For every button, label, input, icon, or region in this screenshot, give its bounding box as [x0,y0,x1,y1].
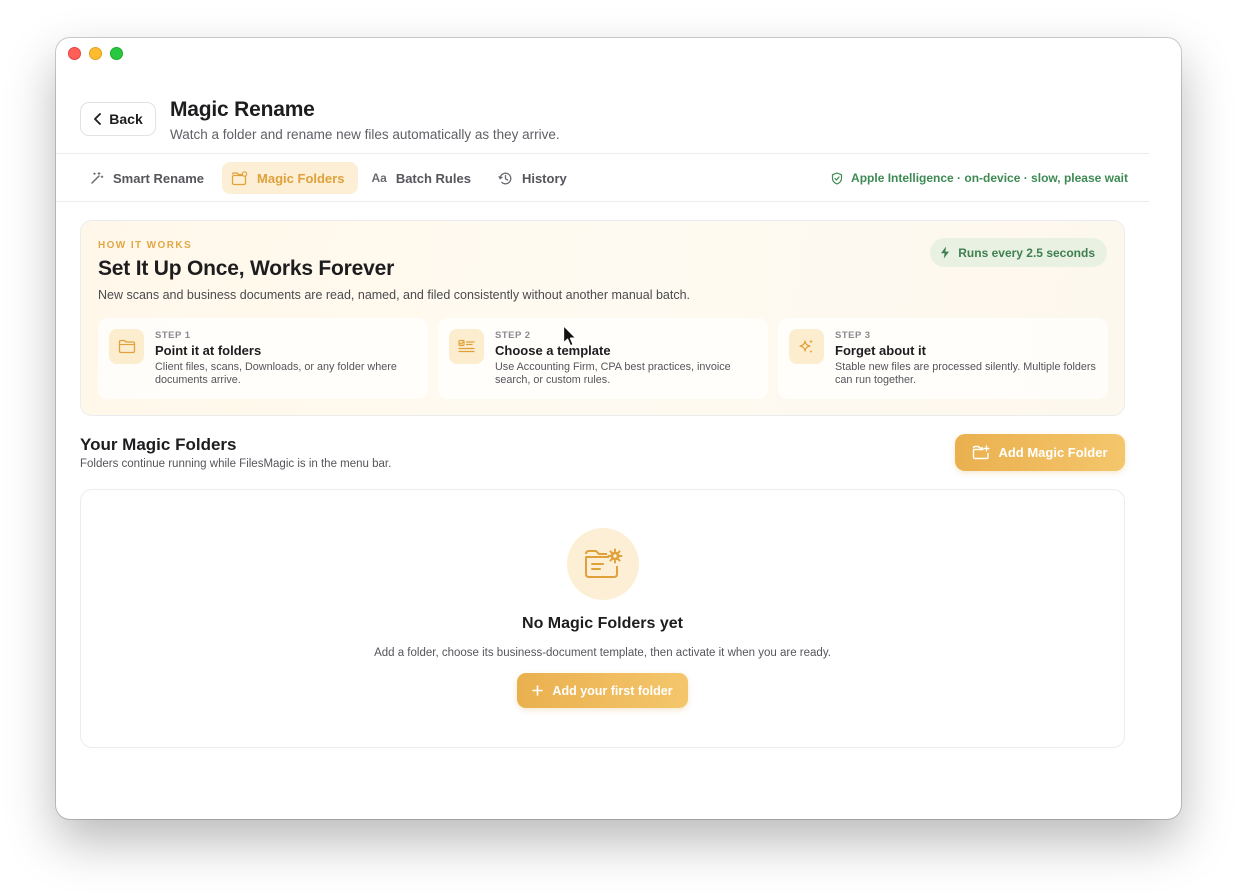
how-it-works-title: Set It Up Once, Works Forever [98,257,395,280]
steps-list: STEP 1 Point it at folders Client files,… [98,318,1108,399]
clock-history-icon [498,171,513,186]
add-first-folder-label: Add your first folder [552,683,673,698]
step-number: STEP 2 [495,330,531,341]
tab-label: Magic Folders [257,170,345,186]
step-title: Point it at folders [155,343,262,358]
app-window: Back Magic Rename Watch a folder and ren… [56,38,1181,819]
ai-status-text: Apple Intelligence · on-device · slow, p… [851,171,1128,185]
window-controls [68,47,123,60]
empty-state-title: No Magic Folders yet [522,615,683,632]
add-magic-folder-label: Add Magic Folder [998,445,1108,460]
step-card: STEP 1 Point it at folders Client files,… [98,318,428,399]
folder-badge-icon [231,170,248,186]
tab-smart-rename[interactable]: Smart Rename [80,162,218,194]
section-subtitle: Folders continue running while FilesMagi… [80,458,392,470]
chevron-left-icon [93,113,103,125]
sparkles-icon [789,329,824,364]
tab-history[interactable]: History [489,162,581,194]
tab-magic-folders[interactable]: Magic Folders [222,162,359,194]
tab-label: Smart Rename [113,170,205,186]
empty-state-description: Add a folder, choose its business-docume… [374,647,831,659]
step-card: STEP 3 Forget about it Stable new files … [778,318,1108,399]
close-window-button[interactable] [68,47,81,60]
mouse-pointer-icon [562,324,578,353]
step-number: STEP 3 [835,330,871,341]
ai-status: Apple Intelligence · on-device · slow, p… [831,171,1128,185]
tab-batch-rules[interactable]: Aa Batch Rules [362,162,484,194]
how-it-works-description: New scans and business documents are rea… [98,288,691,302]
folder-gear-icon [567,528,639,600]
back-label: Back [109,111,143,127]
tab-bar: Smart Rename Magic Folders Aa Batch Rule… [80,162,581,194]
page-title: Magic Rename [170,98,315,121]
divider [56,201,1149,202]
magic-wand-icon [89,171,104,186]
back-button[interactable]: Back [80,102,156,136]
runs-interval-text: Runs every 2.5 seconds [958,245,1095,260]
step-title: Choose a template [495,343,611,358]
step-description: Use Accounting Firm, CPA best practices,… [495,361,731,386]
how-it-works-card: HOW IT WORKS Set It Up Once, Works Forev… [80,220,1125,416]
section-eyebrow: HOW IT WORKS [98,240,193,251]
add-first-folder-button[interactable]: Add your first folder [517,673,688,708]
lightning-icon [940,246,950,259]
checklist-icon [449,329,484,364]
section-title: Your Magic Folders [80,435,237,454]
step-number: STEP 1 [155,330,191,341]
divider [56,153,1149,154]
minimize-window-button[interactable] [89,47,102,60]
empty-state-card: No Magic Folders yet Add a folder, choos… [80,489,1125,748]
add-magic-folder-button[interactable]: Add Magic Folder [955,434,1125,471]
folder-add-icon [972,445,991,460]
step-description: Stable new files are processed silently.… [835,361,1096,386]
shield-check-icon [831,171,843,185]
page-subtitle: Watch a folder and rename new files auto… [170,127,560,142]
step-title: Forget about it [835,343,926,358]
folder-icon [109,329,144,364]
step-description: Client files, scans, Downloads, or any f… [155,361,397,386]
step-card: STEP 2 Choose a template Use Accounting … [438,318,768,399]
tab-label: Batch Rules [395,170,471,186]
text-aa-icon: Aa [371,171,387,185]
tab-label: History [521,170,567,186]
zoom-window-button[interactable] [110,47,123,60]
runs-interval-badge: Runs every 2.5 seconds [930,238,1107,267]
plus-icon [532,685,544,696]
